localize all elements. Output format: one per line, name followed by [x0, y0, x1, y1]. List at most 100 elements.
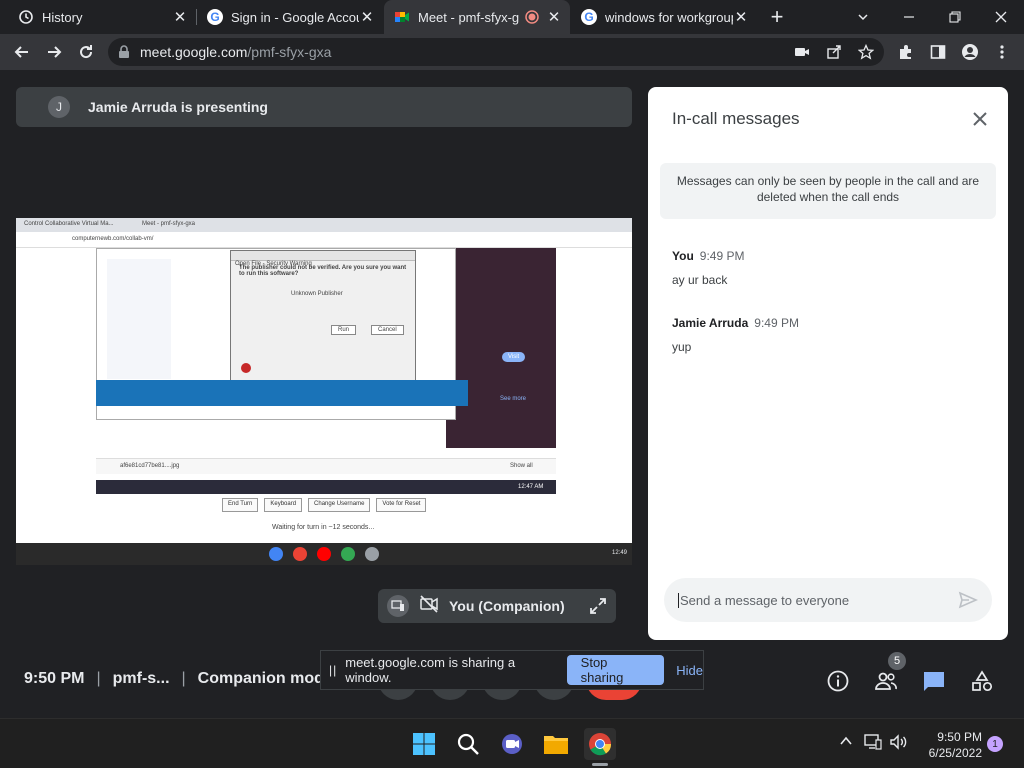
shared-taskbar-time: 12:47 AM: [518, 484, 544, 490]
history-icon: [18, 9, 34, 25]
show-hidden-icons-chevron-icon[interactable]: [836, 734, 856, 748]
tab-meet[interactable]: Meet - pmf-sfyx-g ✕: [384, 0, 570, 34]
message-time: 9:49 PM: [699, 249, 745, 263]
system-clock[interactable]: 9:50 PM 6/25/2022: [918, 729, 982, 761]
hide-button[interactable]: Hide: [676, 663, 703, 678]
expand-icon[interactable]: [588, 596, 608, 621]
shared-website-image: [446, 248, 556, 448]
shared-tab-strip: Control Collaborative Virtual Ma... Meet…: [16, 218, 632, 232]
shared-url: computernewb.com/collab-vm/: [72, 236, 154, 242]
tab-label: Meet - pmf-sfyx-g: [418, 9, 520, 25]
shared-download-file: af6e81cd77be81....jpg: [120, 463, 180, 469]
google-icon: G: [581, 9, 597, 25]
dialog-cancel-button: Cancel: [371, 325, 404, 335]
restore-icon[interactable]: [932, 0, 978, 34]
extensions-icon[interactable]: [892, 38, 920, 66]
back-icon[interactable]: [8, 38, 36, 66]
browser-tab-strip: History ✕ G Sign in - Google Accou ✕ Mee…: [0, 0, 1024, 34]
recording-indicator-icon: [524, 9, 540, 25]
separator: |: [96, 670, 101, 687]
dialog-run-button: Run: [331, 325, 357, 335]
chat-icon[interactable]: [921, 668, 947, 694]
bookmark-star-icon[interactable]: [857, 43, 875, 65]
clock-date: 6/25/2022: [928, 746, 982, 760]
close-window-icon[interactable]: [978, 0, 1024, 34]
meet-icon: [394, 9, 410, 25]
shared-download-shelf: af6e81cd77be81....jpg Show all: [96, 458, 556, 474]
activities-icon[interactable]: [969, 668, 995, 694]
shared-selection-strip: [96, 380, 468, 406]
shared-vote-reset-button: Vote for Reset: [376, 498, 427, 512]
shared-address-bar: computernewb.com/collab-vm/: [16, 232, 632, 248]
teams-chat-icon[interactable]: [496, 728, 528, 760]
chrome-icon: [269, 547, 283, 561]
minimize-icon[interactable]: [886, 0, 932, 34]
close-tab-icon[interactable]: ✕: [359, 9, 375, 26]
companion-tile: You (Companion): [378, 589, 616, 623]
clock-time: 9:50 PM: [937, 730, 982, 744]
companion-device-icon: [387, 595, 409, 617]
send-icon[interactable]: [958, 590, 978, 615]
shared-waiting-text: Waiting for turn in ~12 seconds...: [272, 524, 375, 531]
shared-windows-taskbar: 12:47 AM: [96, 480, 556, 494]
presenter-avatar: J: [48, 96, 70, 118]
share-icon[interactable]: [826, 44, 842, 65]
new-tab-icon[interactable]: +: [754, 0, 800, 34]
windows-start-icon[interactable]: [408, 728, 440, 760]
file-explorer-icon[interactable]: [540, 728, 572, 760]
shared-visit-button: Visit: [502, 352, 526, 362]
shared-shelf-time: 12:49: [612, 550, 628, 556]
tab-label: Sign in - Google Accou: [231, 9, 359, 25]
network-icon[interactable]: [862, 734, 884, 750]
separator: |: [181, 670, 186, 687]
close-tab-icon[interactable]: ✕: [172, 9, 188, 26]
close-chat-icon[interactable]: [968, 107, 992, 131]
tab-google-sign-in[interactable]: G Sign in - Google Accou ✕: [197, 0, 383, 34]
side-panel-icon[interactable]: [924, 38, 952, 66]
shared-chromeos-shelf: 12:49: [16, 543, 632, 565]
shared-show-all: Show all: [510, 463, 533, 469]
shared-keyboard-button: Keyboard: [264, 498, 303, 512]
shared-tab-1: Control Collaborative Virtual Ma...: [24, 221, 114, 227]
presenting-banner: J Jamie Arruda is presenting: [16, 87, 632, 127]
shared-screen: Control Collaborative Virtual Ma... Meet…: [16, 218, 632, 543]
people-icon[interactable]: [873, 668, 899, 694]
chat-message-input[interactable]: Send a message to everyone: [664, 578, 992, 622]
message-text: ay ur back: [672, 273, 728, 287]
google-icon: G: [207, 9, 223, 25]
meeting-info-icon[interactable]: [825, 668, 851, 694]
message-text: yup: [672, 340, 692, 354]
forward-icon[interactable]: [40, 38, 68, 66]
chat-notice: Messages can only be seen by people in t…: [660, 163, 996, 219]
profile-icon[interactable]: [956, 38, 984, 66]
chat-message: You 9:49 PM ay ur back: [672, 247, 744, 287]
address-bar[interactable]: meet.google.com/pmf-sfyx-gxa: [108, 38, 884, 66]
browser-toolbar: meet.google.com/pmf-sfyx-gxa: [0, 34, 1024, 70]
reload-icon[interactable]: [72, 38, 100, 66]
url-host: meet.google.com: [140, 44, 248, 60]
stop-sharing-button[interactable]: Stop sharing: [566, 655, 665, 685]
close-tab-icon[interactable]: ✕: [733, 9, 749, 26]
gmail-icon: [293, 547, 307, 561]
lock-icon[interactable]: [118, 45, 130, 59]
chrome-menu-icon[interactable]: [988, 38, 1016, 66]
drag-handle-icon[interactable]: ||: [329, 663, 337, 677]
meeting-details: 9:50 PM | pmf-s... | Companion mod: [24, 670, 324, 688]
photos-icon: [341, 547, 355, 561]
volume-icon[interactable]: [888, 734, 910, 750]
camera-in-use-icon[interactable]: [794, 45, 810, 64]
camera-off-icon: [419, 594, 439, 618]
notification-badge[interactable]: 1: [987, 736, 1003, 752]
search-icon[interactable]: [452, 728, 484, 760]
close-tab-icon[interactable]: ✕: [546, 9, 562, 26]
tab-windows-search[interactable]: G windows for workgroup ✕: [571, 0, 757, 34]
tab-history[interactable]: History ✕: [8, 0, 196, 34]
shared-end-turn-button: End Turn: [222, 498, 259, 512]
chrome-taskbar-icon[interactable]: [584, 728, 616, 760]
chat-input-placeholder: Send a message to everyone: [678, 592, 850, 608]
windows-taskbar: 9:50 PM 6/25/2022 1: [0, 718, 1024, 768]
presenting-text: Jamie Arruda is presenting: [88, 99, 268, 115]
tab-search-chevron-icon[interactable]: [840, 0, 886, 34]
settings-icon: [365, 547, 379, 561]
shared-vm-buttons: End Turn Keyboard Change Username Vote f…: [222, 498, 427, 512]
